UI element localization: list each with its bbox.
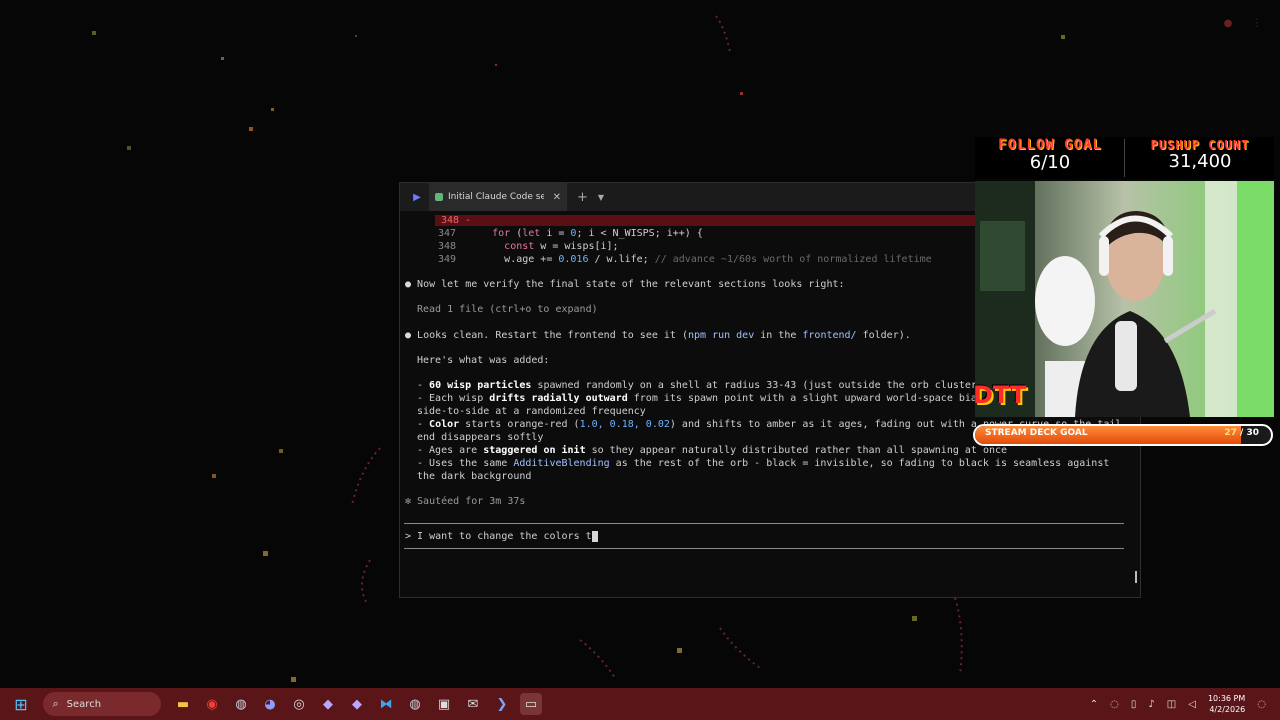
text-line: Here's what was added: bbox=[417, 355, 550, 366]
vscode-icon[interactable]: ⧓ bbox=[375, 693, 397, 715]
webcam-feed: DTT bbox=[975, 181, 1274, 417]
app-diamond-2-icon[interactable]: ◆ bbox=[346, 693, 368, 715]
tab-title: Initial Claude Code session bbox=[448, 192, 544, 202]
file-explorer-icon[interactable]: ▬ bbox=[172, 693, 194, 715]
goal-count: 27 / 30 bbox=[1224, 428, 1259, 438]
list-item: - Uses the same AdditiveBlending as the … bbox=[417, 458, 1110, 469]
microphone-icon[interactable]: ● bbox=[1219, 14, 1237, 32]
particle bbox=[740, 92, 743, 95]
particle bbox=[355, 35, 357, 37]
code-line: 347 for (let i = 0; i < N_WISPS; i++) { bbox=[437, 228, 703, 239]
wisp-trail bbox=[954, 597, 963, 676]
steam-icon[interactable]: ◍ bbox=[230, 693, 252, 715]
follow-goal: FOLLOW GOAL 6/10 bbox=[977, 137, 1123, 179]
chevron-down-icon[interactable]: ▼ bbox=[598, 193, 604, 202]
network-icon[interactable]: ◫ bbox=[1167, 699, 1176, 710]
pushup-count: PUSHUP COUNT 31,400 bbox=[1126, 137, 1274, 179]
list-item-cont: side-to-side at a randomized frequency bbox=[417, 406, 646, 417]
wisp-trail bbox=[351, 447, 381, 506]
list-item-cont: end disappears softly bbox=[417, 432, 544, 443]
assistant-message: ● Looks clean. Restart the frontend to s… bbox=[405, 330, 911, 341]
chevron-up-icon[interactable]: ⌃ bbox=[1090, 699, 1098, 710]
wisp-trail bbox=[715, 15, 731, 53]
mail-icon[interactable]: ✉ bbox=[462, 693, 484, 715]
pushup-title: PUSHUP COUNT bbox=[1150, 138, 1250, 152]
steam-2-icon[interactable]: ◍ bbox=[404, 693, 426, 715]
diff-removed-line: 348 - bbox=[435, 215, 975, 226]
particle bbox=[677, 648, 682, 653]
goal-label: STREAM DECK GOAL bbox=[985, 428, 1088, 438]
tray-app-icon[interactable]: ◌ bbox=[1110, 699, 1119, 710]
obs-icon[interactable]: ◎ bbox=[288, 693, 310, 715]
close-icon[interactable]: ✕ bbox=[553, 192, 561, 203]
goal-panel: FOLLOW GOAL 6/10 PUSHUP COUNT 31,400 bbox=[975, 137, 1274, 179]
follow-goal-value: 6/10 bbox=[1029, 152, 1071, 173]
list-item: - Each wisp drifts radially outward from… bbox=[417, 393, 977, 404]
particle bbox=[127, 146, 131, 150]
taskbar: ⊞ ⌕ Search ▬ ◉ ◍ ◕ ◎ ◆ ◆ ⧓ ◍ ▣ ✉ ❯ ▭ ⌃ ◌… bbox=[0, 688, 1280, 720]
search-placeholder: Search bbox=[66, 698, 102, 710]
clock-date: 4/2/2026 bbox=[1209, 705, 1246, 714]
text-cursor bbox=[591, 530, 598, 542]
windows-start-icon[interactable]: ⊞ bbox=[10, 693, 32, 715]
search-icon: ⌕ bbox=[52, 697, 59, 710]
channel-badge: DTT bbox=[975, 381, 1027, 409]
particle bbox=[212, 474, 216, 478]
particle bbox=[912, 616, 917, 621]
clock[interactable]: 10:36 PM 4/2/2026 bbox=[1208, 693, 1245, 715]
particle bbox=[249, 127, 253, 131]
particle bbox=[279, 449, 283, 453]
follow-goal-title: FOLLOW GOAL bbox=[998, 137, 1102, 153]
terminal-icon[interactable]: ▭ bbox=[520, 693, 542, 715]
volume-icon[interactable]: ◁ bbox=[1188, 699, 1196, 710]
divider bbox=[404, 523, 1124, 524]
divider bbox=[404, 548, 1124, 549]
list-item: - Ages are staggered on init so they app… bbox=[417, 445, 1008, 456]
wisp-trail bbox=[579, 639, 616, 679]
wisp-trail bbox=[719, 627, 761, 669]
code-line: 349 w.age += 0.016 / w.life; // advance … bbox=[437, 254, 932, 265]
stream-deck-goal-bar: STREAM DECK GOAL 27 / 30 bbox=[973, 424, 1273, 446]
status-line: ✻ Sautéed for 3m 37s bbox=[405, 496, 526, 507]
notification-icon[interactable]: ◌ bbox=[1257, 699, 1266, 710]
claude-icon bbox=[435, 193, 443, 201]
particle bbox=[92, 31, 96, 35]
particle bbox=[221, 57, 224, 60]
app-box-icon[interactable]: ▣ bbox=[433, 693, 455, 715]
list-item-cont: the dark background bbox=[417, 471, 532, 482]
scrollbar[interactable] bbox=[1135, 571, 1137, 583]
tab-claude-session[interactable]: Initial Claude Code session ✕ bbox=[429, 183, 567, 211]
more-options-icon[interactable]: ⋮ bbox=[1248, 14, 1266, 32]
particle bbox=[291, 677, 296, 682]
wisp-trail bbox=[361, 559, 371, 606]
powershell-icon[interactable]: ❯ bbox=[491, 693, 513, 715]
powershell-icon: ▶ bbox=[413, 191, 421, 203]
microphone-icon[interactable]: ♪ bbox=[1148, 699, 1154, 710]
list-item: - 60 wisp particles spawned randomly on … bbox=[417, 380, 977, 391]
search-box[interactable]: ⌕ Search bbox=[42, 692, 161, 716]
particle bbox=[1061, 35, 1065, 39]
assistant-message: ● Now let me verify the final state of t… bbox=[405, 279, 845, 290]
new-tab-button[interactable]: + bbox=[577, 190, 588, 205]
code-line: 348 const w = wisps[i]; bbox=[437, 241, 619, 252]
chrome-icon[interactable]: ◉ bbox=[201, 693, 223, 715]
clock-time: 10:36 PM bbox=[1207, 694, 1246, 703]
battery-icon[interactable]: ▯ bbox=[1131, 699, 1137, 710]
divider bbox=[1124, 139, 1125, 177]
app-diamond-icon[interactable]: ◆ bbox=[317, 693, 339, 715]
discord-icon[interactable]: ◕ bbox=[259, 693, 281, 715]
prompt-input[interactable]: > I want to change the colors t bbox=[405, 530, 598, 543]
particle bbox=[263, 551, 268, 556]
particle bbox=[271, 108, 274, 111]
particle bbox=[495, 64, 497, 66]
pushup-value: 31,400 bbox=[1168, 151, 1232, 172]
system-tray: ⌃ ◌ ▯ ♪ ◫ ◁ 10:36 PM 4/2/2026 ◌ bbox=[1084, 688, 1272, 720]
tool-summary[interactable]: Read 1 file (ctrl+o to expand) bbox=[417, 303, 598, 316]
